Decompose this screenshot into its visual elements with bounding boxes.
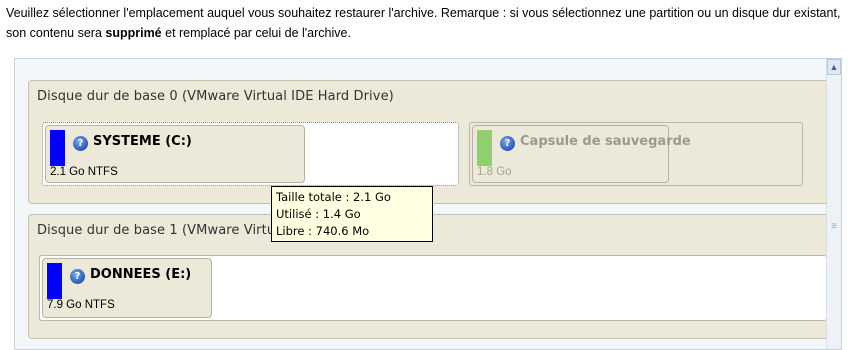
partition-name: DONNEES (E:) (90, 267, 192, 282)
partition-tooltip: Taille totale : 2.1 Go Utilisé : 1.4 Go … (271, 186, 433, 242)
vertical-scrollbar[interactable]: ▲ ≡ (826, 59, 841, 349)
help-icon[interactable]: ? (70, 269, 85, 284)
partition-info: 1.8 Go (477, 166, 512, 178)
disk-0-track[interactable]: ? SYSTEME (C:) 2.1 Go NTFS (42, 122, 459, 186)
instructions-part2: et remplacé par celui de l'archive. (161, 26, 351, 40)
partition-info: 2.1 Go NTFS (50, 166, 118, 178)
help-icon[interactable]: ? (500, 136, 515, 151)
scroll-up-arrow-icon[interactable]: ▲ (827, 59, 841, 75)
partition-color-swatch (47, 263, 62, 299)
partition-capsule-sauvegarde: ? Capsule de sauvegarde 1.8 Go (472, 125, 691, 183)
partition-name: SYSTEME (C:) (93, 134, 192, 149)
tooltip-total: Taille totale : 2.1 Go (276, 190, 391, 204)
instructions-bold: supprimé (105, 26, 162, 40)
help-icon[interactable]: ? (73, 136, 88, 151)
disk-0-backup-track: ? Capsule de sauvegarde 1.8 Go (469, 122, 803, 186)
tooltip-free: Libre : 740.6 Mo (276, 224, 370, 238)
partition-systeme[interactable]: ? SYSTEME (C:) 2.1 Go NTFS (45, 125, 305, 183)
partition-name: Capsule de sauvegarde (520, 134, 691, 149)
disk-title: Disque dur de base 0 (VMware Virtual IDE… (37, 89, 394, 104)
scrollbar-grip-icon: ≡ (831, 221, 837, 232)
partition-info: 7.9 Go NTFS (47, 299, 115, 311)
partition-donnees[interactable]: ? DONNEES (E:) 7.9 Go NTFS (42, 258, 212, 318)
disk-1-track[interactable]: ? DONNEES (E:) 7.9 Go NTFS (39, 255, 827, 321)
tooltip-used: Utilisé : 1.4 Go (276, 207, 361, 221)
instructions-text: Veuillez sélectionner l'emplacement auqu… (6, 3, 851, 43)
partition-color-swatch (50, 130, 65, 166)
partition-color-swatch (477, 130, 492, 166)
